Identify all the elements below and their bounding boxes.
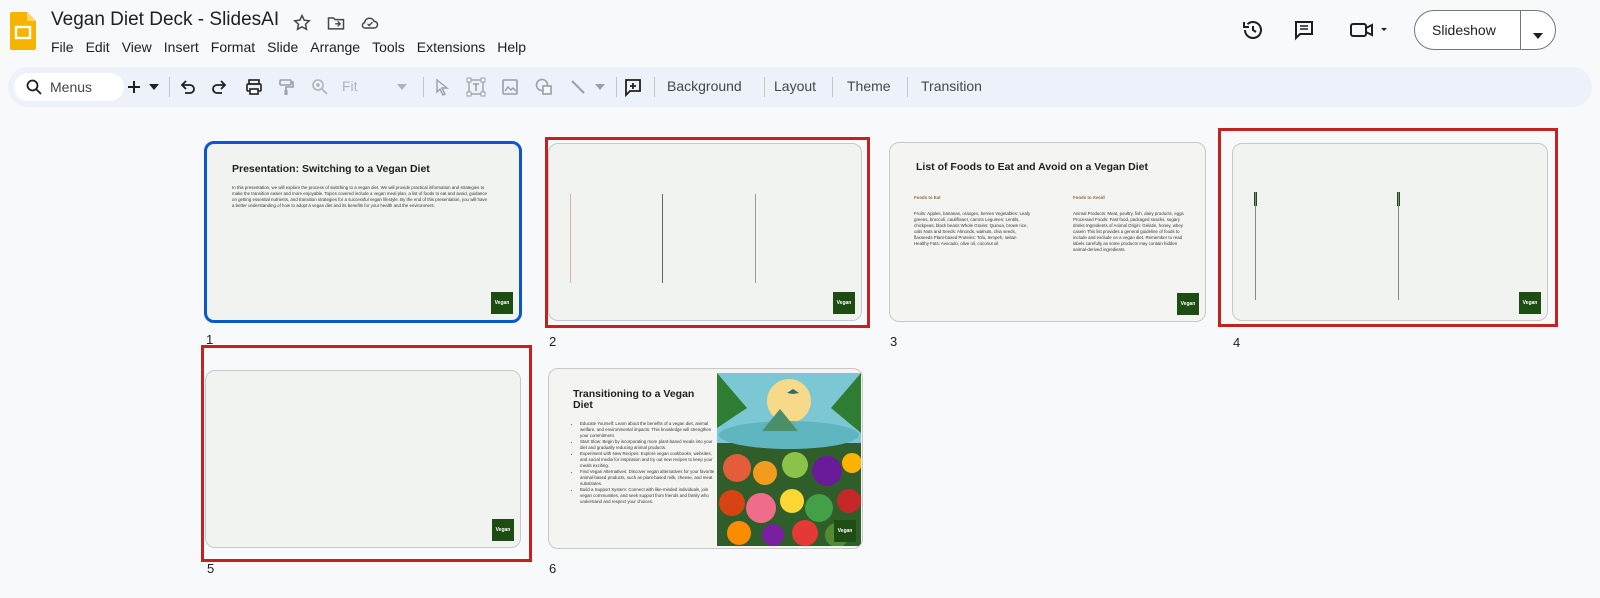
foods-to-eat-heading: Foods to Eat [914,195,941,200]
vegan-logo: Vegan [491,292,513,314]
select-cursor-icon[interactable] [430,75,454,99]
move-folder-icon[interactable] [324,11,348,35]
menu-tools[interactable]: Tools [366,37,411,57]
menus-search[interactable]: Menus [14,73,124,101]
layout-button[interactable]: Layout [774,78,816,94]
foods-to-avoid-text: Animal Products: Meat, poultry, fish, da… [1073,211,1184,252]
search-icon [26,79,42,100]
slide-number: 4 [1233,335,1241,350]
paint-format-icon[interactable] [274,75,298,99]
document-title[interactable]: Vegan Diet Deck - SlidesAI [51,9,279,31]
menu-extensions[interactable]: Extensions [411,37,491,57]
bullet-item: Experiment with New Recipes: Explore veg… [580,451,718,469]
background-button[interactable]: Background [667,78,742,94]
bullet-item: Build a Support System: Connect with lik… [580,487,718,505]
new-slide-icon[interactable] [122,75,146,99]
comments-icon[interactable] [1291,17,1317,43]
toolbar: Menus Fit Background Layout Theme Transi… [8,67,1592,107]
redo-icon[interactable] [208,75,232,99]
highlight-box [545,137,870,328]
highlight-box [1218,128,1558,327]
add-comment-icon[interactable] [621,75,645,99]
slide-thumbnail-6[interactable]: Transitioning to a Vegan Diet Educate Yo… [548,368,863,549]
foods-to-eat-text: Fruits: Apples, bananas, oranges, berrie… [914,211,1031,246]
menu-bar: File Edit View Insert Format Slide Arran… [45,37,532,57]
bullet-item: Educate Yourself: Learn about the benefi… [580,421,718,439]
menu-view[interactable]: View [116,37,158,57]
line-dropdown-icon[interactable] [592,75,608,99]
text-box-icon[interactable] [464,75,488,99]
slideshow-dropdown-icon[interactable] [1533,26,1543,44]
undo-icon[interactable] [175,75,199,99]
vegan-logo: Vegan [1177,293,1199,315]
zoom-select[interactable]: Fit [342,78,358,94]
shape-icon[interactable] [532,75,556,99]
print-icon[interactable] [242,75,266,99]
menu-edit[interactable]: Edit [80,37,116,57]
theme-button[interactable]: Theme [847,78,891,94]
slides-logo-icon[interactable] [10,12,36,50]
slide-grid: Presentation: Switching to a Vegan Diet … [0,110,1600,598]
vegan-logo: Vegan [834,520,856,542]
menu-help[interactable]: Help [491,37,532,57]
foods-to-avoid-heading: Foods to Avoid [1073,195,1105,200]
menus-search-label: Menus [50,79,93,95]
highlight-box [201,345,532,562]
slide-number: 3 [890,334,898,349]
menu-format[interactable]: Format [205,37,261,57]
line-icon[interactable] [566,75,590,99]
zoom-dropdown-icon[interactable] [394,75,410,99]
slide-title: Presentation: Switching to a Vegan Diet [232,163,430,175]
slide-title: Transitioning to a Vegan Diet [573,388,695,411]
transition-button[interactable]: Transition [921,78,982,94]
slide-title: List of Foods to Eat and Avoid on a Vega… [916,161,1148,173]
star-icon[interactable] [290,11,314,35]
slide-body: In this presentation, we will explore th… [232,185,488,208]
zoom-icon[interactable] [308,75,332,99]
new-slide-dropdown-icon[interactable] [146,75,162,99]
version-history-icon[interactable] [1240,17,1266,43]
image-icon[interactable] [498,75,522,99]
slideshow-button[interactable]: Slideshow [1414,10,1556,50]
meet-icon[interactable] [1348,17,1390,43]
menu-slide[interactable]: Slide [261,37,304,57]
slide-number: 5 [207,561,215,576]
menu-insert[interactable]: Insert [158,37,205,57]
slideshow-label: Slideshow [1432,22,1496,38]
slide-thumbnail-1[interactable]: Presentation: Switching to a Vegan Diet … [204,141,522,323]
slide-number: 6 [549,561,557,576]
cloud-status-icon[interactable] [358,11,382,35]
menu-file[interactable]: File [45,37,80,57]
slide-number: 2 [549,334,557,349]
bullet-item: Start Slow: Begin by incorporating more … [580,439,718,451]
slide-thumbnail-3[interactable]: List of Foods to Eat and Avoid on a Vega… [889,142,1206,322]
slide-bullets: Educate Yourself: Learn about the benefi… [571,421,718,505]
menu-arrange[interactable]: Arrange [304,37,366,57]
bullet-item: Find Vegan Alternatives: Discover vegan … [580,469,718,487]
